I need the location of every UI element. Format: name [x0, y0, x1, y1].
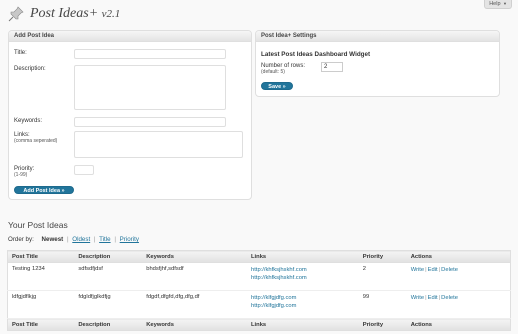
col-priority[interactable]: Priority	[358, 250, 407, 263]
priority-input[interactable]	[74, 165, 94, 175]
add-post-idea-box: Add Post Idea Title: Description: Keywor…	[8, 30, 252, 200]
links-textarea[interactable]	[74, 131, 243, 158]
cell-links: http://khfksjhskhf.com http://khfksjhskh…	[247, 262, 359, 291]
page-title: Post Ideas+ v2.1	[30, 6, 121, 21]
col-post-title[interactable]: Post Title	[7, 318, 75, 331]
widget-title: Latest Post Ideas Dashboard Widget	[261, 51, 371, 58]
action-separator: |	[438, 295, 441, 301]
cell-keywords: fdgdf,dfgfd,dfg,dfg,df	[142, 290, 248, 319]
links-label-group: Links: (comma seperated)	[14, 132, 57, 144]
col-actions: Actions	[406, 250, 511, 263]
col-post-title[interactable]: Post Title	[7, 250, 75, 263]
settings-heading: Post Idea+ Settings	[256, 31, 499, 42]
cell-description: sdfsdfjdsf	[74, 262, 143, 291]
order-separator: |	[93, 236, 96, 243]
description-label: Description:	[14, 66, 46, 72]
links-hint: (comma seperated)	[14, 138, 58, 144]
table-row: ldfgjdflkjg fdgldfjglkdfjg fdgdf,dfgfd,d…	[7, 290, 511, 319]
order-priority-link[interactable]: Priority	[120, 236, 139, 243]
write-link[interactable]: Write	[411, 295, 424, 301]
order-separator: |	[66, 236, 69, 243]
keywords-input[interactable]	[74, 117, 226, 127]
settings-box: Post Idea+ Settings Latest Post Ideas Da…	[255, 30, 500, 97]
ideas-section-title: Your Post Ideas	[8, 220, 68, 230]
page-header: Post Ideas+ v2.1	[8, 6, 120, 22]
table-row: Testing 1234 sdfsdfjdsf bhdsfjhf,sdfsdf …	[7, 262, 511, 291]
keywords-label: Keywords:	[14, 118, 43, 124]
edit-link[interactable]: Edit	[428, 295, 438, 301]
help-tab[interactable]: Help ▼	[484, 0, 512, 9]
order-separator: |	[114, 236, 116, 243]
action-separator: |	[425, 295, 427, 301]
save-button[interactable]: Save »	[261, 82, 293, 90]
col-description: Description	[74, 250, 143, 263]
title-label: Title:	[14, 50, 27, 56]
table-header-row: Post Title Description Keywords Links Pr…	[7, 250, 511, 263]
col-keywords: Keywords	[142, 250, 248, 263]
rows-input[interactable]: 2	[321, 62, 343, 72]
link-url[interactable]: http://klfgjdfg.com	[251, 294, 355, 302]
cell-title: ldfgjdflkjg	[7, 290, 75, 319]
order-by-label: Order by:	[8, 236, 34, 243]
action-separator: |	[425, 267, 427, 273]
priority-hint: (1-99)	[14, 172, 28, 178]
help-label: Help	[489, 1, 501, 7]
write-link[interactable]: Write	[411, 267, 424, 273]
order-title-link[interactable]: Title	[99, 236, 110, 243]
add-post-idea-button[interactable]: Add Post Idea »	[14, 186, 74, 194]
rows-label-group: Number of rows: (default: 5)	[261, 63, 305, 75]
action-separator: |	[438, 267, 441, 273]
cell-priority: 99	[358, 290, 407, 319]
col-links: Links	[247, 250, 359, 263]
delete-link[interactable]: Delete	[441, 267, 458, 273]
edit-link[interactable]: Edit	[428, 267, 438, 273]
link-url[interactable]: http://khfksjhskhf.com	[251, 266, 355, 274]
cell-links: http://klfgjdfg.com http://klfgjdfg.com	[247, 290, 359, 319]
description-textarea[interactable]	[74, 65, 226, 110]
priority-label-group: Priority: (1-99)	[14, 166, 34, 178]
link-url[interactable]: http://klfgjdfg.com	[251, 302, 355, 310]
title-input[interactable]	[74, 49, 226, 59]
order-newest: Newest	[41, 236, 64, 243]
cell-title: Testing 1234	[7, 262, 75, 291]
pushpin-icon	[8, 6, 24, 22]
order-by-bar: Order by: Newest | Oldest | Title | Prio…	[8, 236, 139, 243]
col-actions: Actions	[406, 318, 511, 331]
col-keywords: Keywords	[142, 318, 248, 331]
table-footer-row: Post Title Description Keywords Links Pr…	[7, 318, 511, 331]
col-description: Description	[74, 318, 143, 331]
col-links: Links	[247, 318, 359, 331]
add-post-idea-heading: Add Post Idea	[9, 31, 251, 42]
order-oldest-link[interactable]: Oldest	[72, 236, 90, 243]
cell-keywords: bhdsfjhf,sdfsdf	[142, 262, 248, 291]
cell-actions: Write|Edit|Delete	[406, 262, 511, 291]
link-url[interactable]: http://khfksjhskhf.com	[251, 274, 355, 282]
rows-hint: (default: 5)	[261, 69, 285, 75]
page-version: v2.1	[101, 8, 121, 20]
col-priority[interactable]: Priority	[358, 318, 407, 331]
chevron-down-icon: ▼	[503, 1, 507, 6]
cell-description: fdgldfjglkdfjg	[74, 290, 143, 319]
cell-actions: Write|Edit|Delete	[406, 290, 511, 319]
post-ideas-table: Post Title Description Keywords Links Pr…	[7, 250, 511, 331]
delete-link[interactable]: Delete	[441, 295, 458, 301]
cell-priority: 2	[358, 262, 407, 291]
